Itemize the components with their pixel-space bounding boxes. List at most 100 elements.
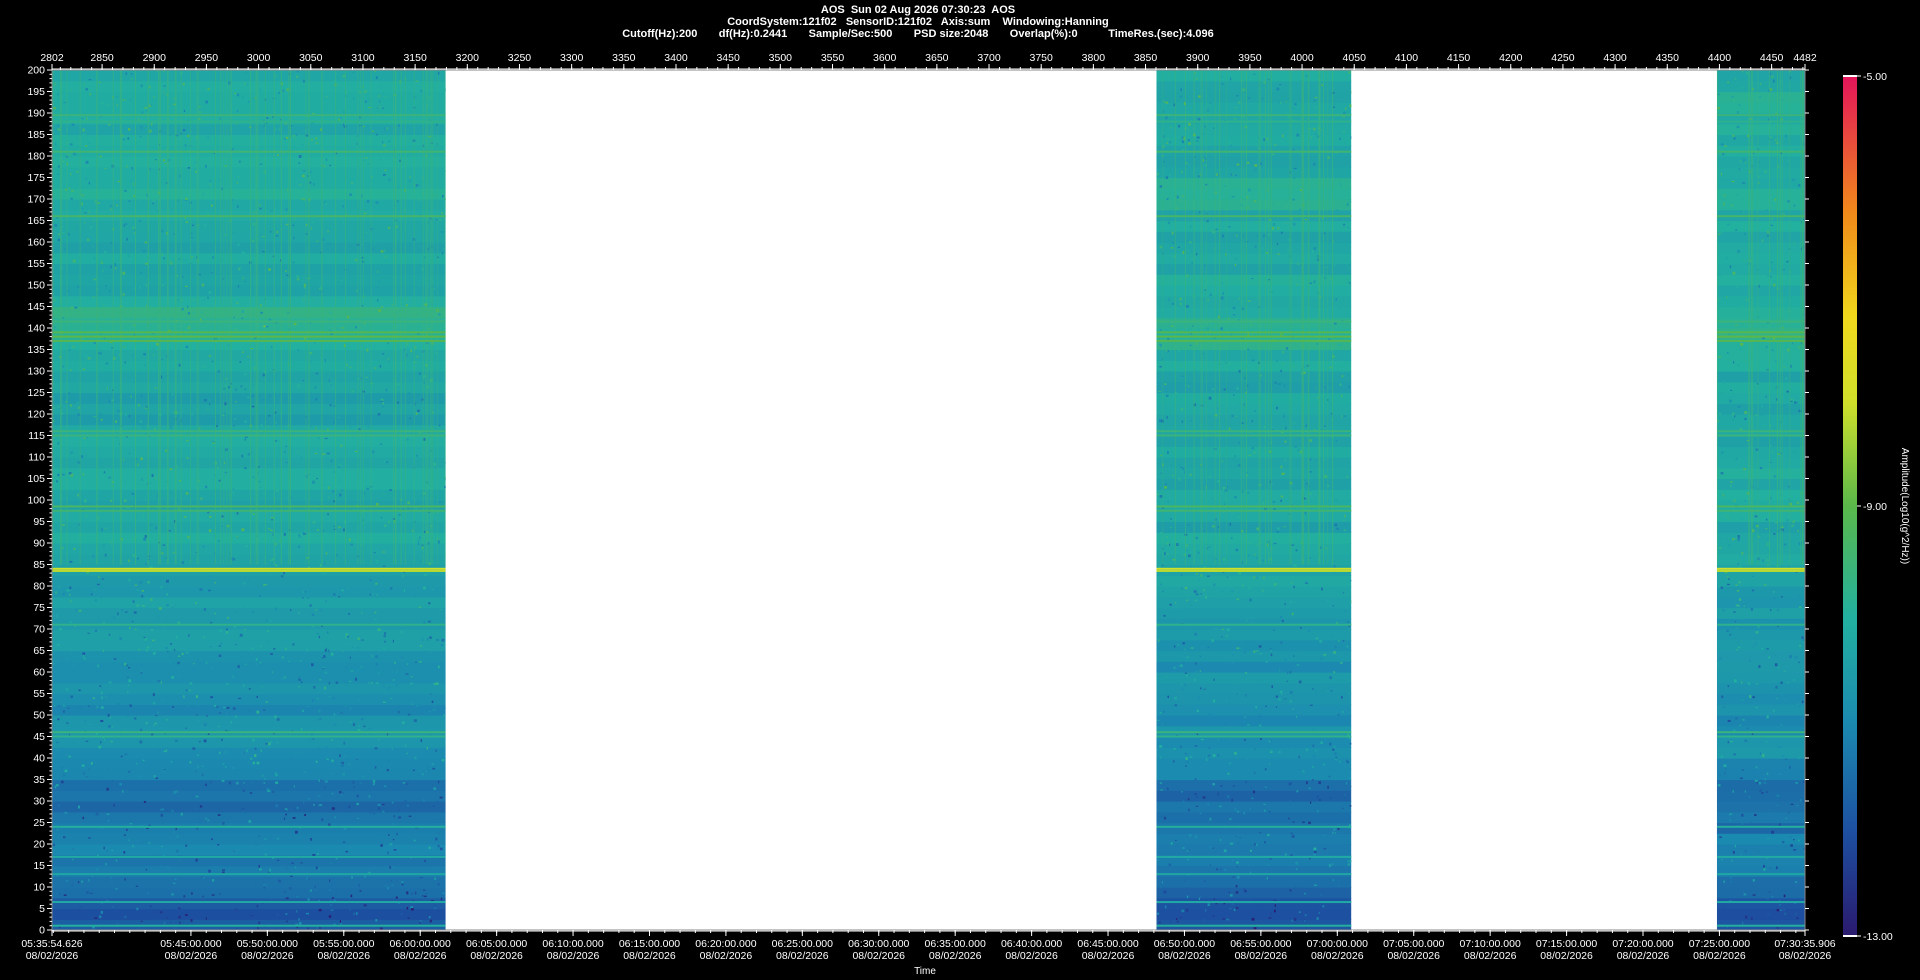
y-tick-label: 190 — [27, 108, 45, 120]
y-tick-label: 30 — [33, 796, 45, 808]
spectral-line — [1156, 924, 1352, 927]
top-tick-label: 3450 — [716, 52, 740, 64]
y-tick-label: 145 — [27, 301, 45, 313]
spectral-line — [1716, 215, 1805, 218]
time-tick-date: 08/02/2026 — [1779, 950, 1832, 962]
spectral-line — [1716, 430, 1805, 433]
y-tick-label: 85 — [33, 559, 45, 571]
y-tick-label: 155 — [27, 258, 45, 270]
spectral-line — [1716, 901, 1805, 904]
y-tick-label: 95 — [33, 516, 45, 528]
top-tick-label: 3350 — [612, 52, 636, 64]
spectral-line — [52, 335, 446, 338]
spectral-line — [1716, 567, 1805, 570]
top-tick-label: 3150 — [403, 52, 427, 64]
top-tick-label: 3950 — [1238, 52, 1262, 64]
top-tick-label: 3900 — [1186, 52, 1210, 64]
y-tick-label: 130 — [27, 366, 45, 378]
colorbar-tick-label: -5.00 — [1863, 71, 1887, 83]
y-tick-label: 165 — [27, 215, 45, 227]
spectral-line — [52, 120, 446, 123]
time-tick-date: 08/02/2026 — [394, 950, 447, 962]
time-tick-label: 06:50:00.000 — [1154, 938, 1215, 950]
spectral-line — [52, 873, 446, 876]
y-tick-label: 25 — [33, 817, 45, 829]
time-tick-date: 08/02/2026 — [1540, 950, 1593, 962]
spectral-line — [1716, 569, 1805, 572]
top-tick-label: 3750 — [1030, 52, 1054, 64]
time-tick-date: 08/02/2026 — [165, 950, 218, 962]
spectrogram-chart: 2001951901851801751701651601551501451401… — [21, 52, 1910, 977]
y-tick-label: 60 — [33, 667, 45, 679]
spectral-line — [1716, 855, 1805, 858]
time-tick-label: 05:35:54.626 — [21, 938, 82, 950]
top-tick-label: 4350 — [1656, 52, 1680, 64]
top-tick-label: 3550 — [821, 52, 845, 64]
spectral-line — [52, 825, 446, 828]
time-tick-label: 06:25:00.000 — [772, 938, 833, 950]
top-tick-label: 3500 — [769, 52, 793, 64]
spectral-line — [52, 924, 446, 927]
spectral-line — [1716, 331, 1805, 334]
spectral-line — [52, 339, 446, 342]
spectral-line — [52, 320, 446, 323]
top-tick-label: 2802 — [40, 52, 64, 64]
spectral-line — [52, 569, 446, 572]
time-tick-date: 08/02/2026 — [1005, 950, 1058, 962]
top-tick-label: 4450 — [1760, 52, 1784, 64]
y-tick-label: 115 — [28, 430, 45, 442]
spectral-line — [52, 434, 446, 437]
spectral-line — [52, 901, 446, 904]
spectral-line — [1716, 120, 1805, 123]
spectral-line — [1156, 339, 1352, 342]
spectral-line — [1156, 873, 1352, 876]
time-tick-label: 07:10:00.000 — [1459, 938, 1520, 950]
time-tick-label: 06:55:00.000 — [1230, 938, 1291, 950]
top-axis: 2802 2850 2900 2950 3000 3050 3100 3150 3200 3250… — [40, 52, 1817, 70]
top-tick-label: 3300 — [560, 52, 584, 64]
y-tick-label: 10 — [33, 882, 45, 894]
time-tick-label: 05:45:00.000 — [160, 938, 221, 950]
x-axis-label: Time — [914, 966, 936, 977]
y-tick-label: 180 — [27, 151, 45, 163]
time-tick-date: 08/02/2026 — [623, 950, 676, 962]
y-tick-label: 40 — [33, 753, 45, 765]
time-tick-label: 07:30:35.906 — [1774, 938, 1835, 950]
spectral-line — [1156, 567, 1352, 570]
time-axis: 05:35:54.62608/02/202605:45:00.00008/02/… — [21, 930, 1836, 962]
time-tick-date: 08/02/2026 — [1464, 950, 1517, 962]
spectral-line — [1716, 735, 1805, 738]
top-tick-label: 4150 — [1447, 52, 1471, 64]
y-tick-label: 35 — [33, 774, 45, 786]
y-tick-label: 150 — [27, 280, 45, 292]
y-tick-label: 5 — [39, 903, 45, 915]
spectral-line — [1156, 509, 1352, 512]
time-tick-label: 05:50:00.000 — [237, 938, 298, 950]
y-tick-label: 55 — [33, 688, 45, 700]
time-tick-date: 08/02/2026 — [1387, 950, 1440, 962]
y-tick-label: 15 — [33, 860, 45, 872]
colorbar-label: Amplitude(Log10(g^2/Hz)) — [1899, 448, 1910, 564]
top-tick-label: 4300 — [1603, 52, 1627, 64]
top-tick-label: 4482 — [1793, 52, 1817, 64]
time-tick-date: 08/02/2026 — [1311, 950, 1364, 962]
time-tick-date: 08/02/2026 — [26, 950, 79, 962]
spectral-line — [52, 623, 446, 626]
time-tick-date: 08/02/2026 — [1235, 950, 1288, 962]
spectral-line — [1156, 731, 1352, 734]
colorbar-tick-label: -13.00 — [1863, 931, 1893, 943]
spectral-line — [52, 150, 446, 153]
y-tick-label: 135 — [27, 344, 45, 356]
spectral-line — [1156, 901, 1352, 904]
y-tick-label: 120 — [27, 409, 45, 421]
spectral-line — [1156, 150, 1352, 153]
top-tick-label: 3600 — [873, 52, 897, 64]
data-segment — [1716, 70, 1805, 930]
top-tick-label: 3700 — [977, 52, 1001, 64]
top-tick-label: 3050 — [299, 52, 323, 64]
spectral-line — [1716, 505, 1805, 508]
y-tick-label: 105 — [27, 473, 45, 485]
y-tick-label: 125 — [27, 387, 45, 399]
spectral-line — [1156, 623, 1352, 626]
time-tick-label: 06:15:00.000 — [619, 938, 680, 950]
